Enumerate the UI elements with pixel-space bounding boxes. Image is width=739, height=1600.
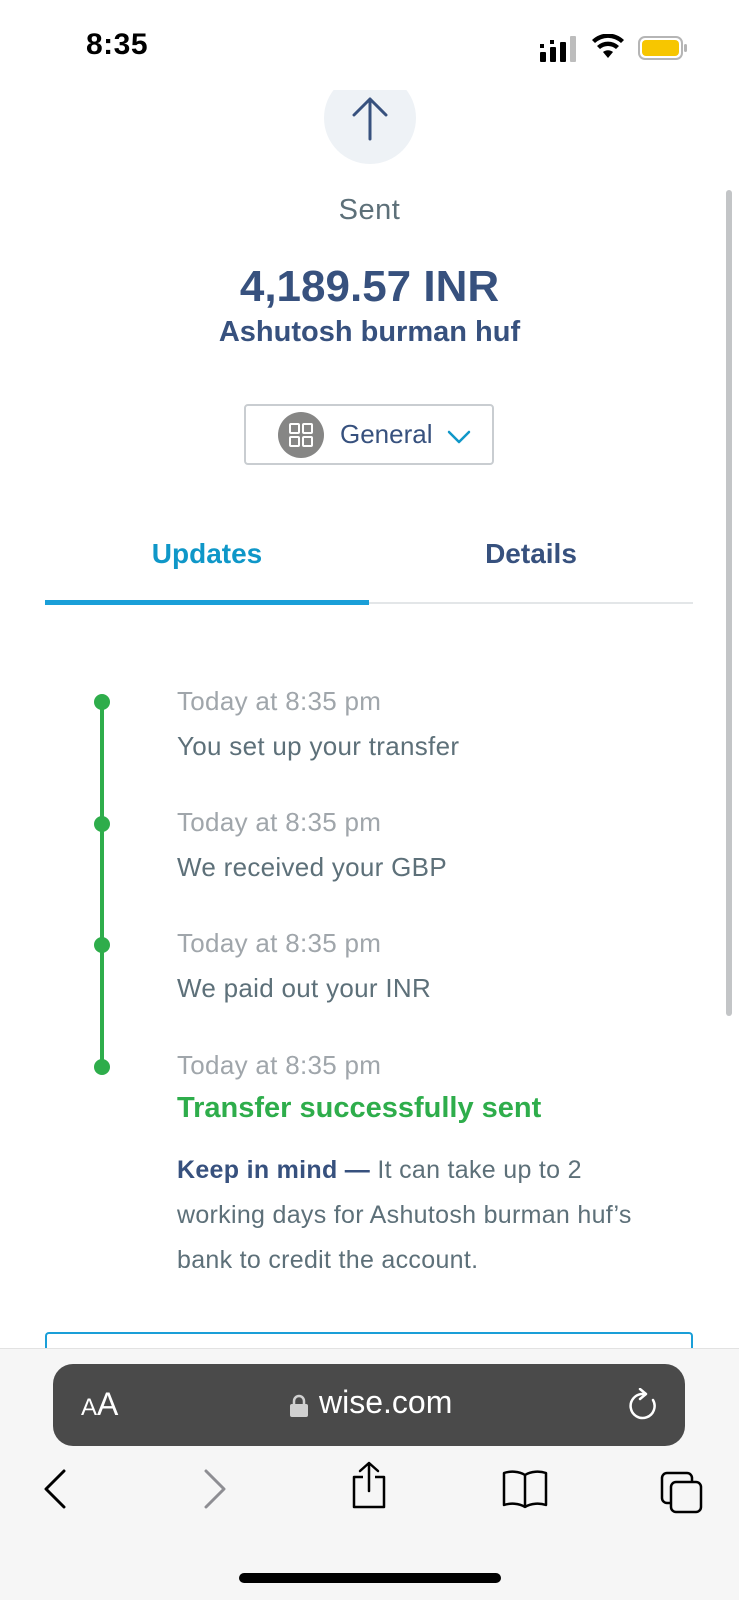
back-icon[interactable]	[42, 1469, 68, 1509]
tab-bar: Updates Details	[45, 538, 693, 605]
timeline-dot	[94, 1059, 110, 1075]
text-size-big: A	[97, 1386, 119, 1422]
browser-toolbar: AA wise.com	[0, 1348, 739, 1600]
category-label: General	[340, 419, 433, 449]
timeline-dot	[94, 816, 110, 832]
url-text: wise.com	[319, 1384, 453, 1420]
timeline-time: Today at 8:35 pm	[177, 807, 382, 837]
transfer-amount: 4,189.57 INR	[239, 262, 500, 311]
wifi-icon	[592, 34, 624, 58]
note-heading: Keep in mind —	[177, 1156, 371, 1184]
arrow-up-icon	[352, 97, 388, 141]
timeline-track	[100, 702, 104, 1068]
timeline-event: We received your GBP	[177, 852, 447, 882]
lock-icon	[290, 1394, 308, 1417]
grid-icon	[278, 411, 324, 458]
reload-icon[interactable]	[627, 1388, 659, 1422]
text-size-button[interactable]: AA	[81, 1386, 118, 1423]
tabs-icon[interactable]	[660, 1471, 704, 1515]
home-indicator[interactable]	[239, 1573, 501, 1583]
timeline-event: We paid out your INR	[177, 973, 432, 1003]
timeline-time: Today at 8:35 pm	[177, 1050, 382, 1080]
category-dropdown[interactable]: General	[244, 404, 494, 465]
text-size-small: A	[81, 1394, 98, 1421]
chevron-down-icon	[447, 430, 470, 443]
forward-icon[interactable]	[202, 1469, 228, 1509]
share-icon[interactable]	[350, 1461, 388, 1509]
status-bar: 8:35	[0, 0, 739, 90]
active-tab-indicator	[45, 600, 369, 605]
transfer-status: Sent	[338, 194, 401, 226]
status-time: 8:35	[86, 28, 149, 61]
timeline-event: You set up your transfer	[177, 731, 460, 761]
timeline-dot	[94, 937, 110, 953]
address-bar[interactable]: AA wise.com	[53, 1364, 685, 1446]
scrollbar[interactable]	[726, 190, 732, 1016]
bookmarks-icon[interactable]	[502, 1469, 548, 1509]
tab-updates[interactable]: Updates	[45, 538, 369, 570]
timeline-time: Today at 8:35 pm	[177, 686, 382, 716]
recipient-name: Ashutosh burman huf	[218, 316, 521, 348]
timeline-dot	[94, 694, 110, 710]
keep-in-mind-note: Keep in mind — It can take up to 2 worki…	[177, 1148, 647, 1283]
cellular-signal-icon	[540, 36, 576, 62]
timeline-event-success: Transfer successfully sent	[177, 1092, 542, 1124]
timeline-time: Today at 8:35 pm	[177, 928, 382, 958]
tab-details[interactable]: Details	[369, 538, 693, 570]
battery-icon	[638, 36, 687, 60]
